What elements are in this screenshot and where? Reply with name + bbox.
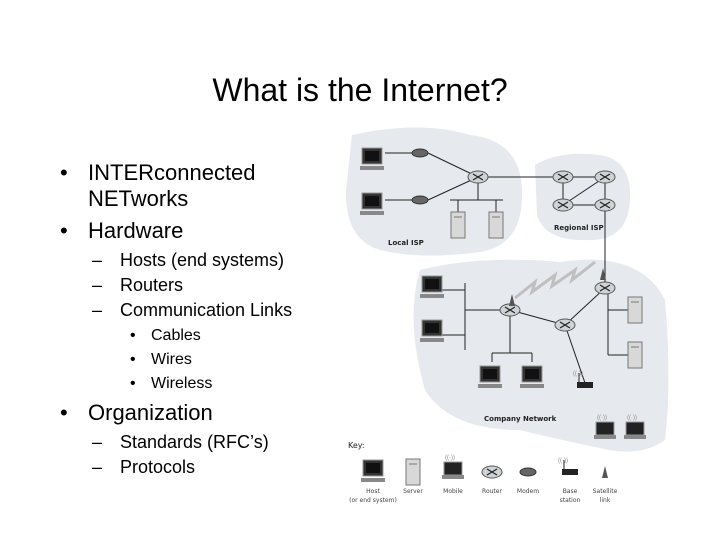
svg-text:((·)): ((·)) [445,455,455,461]
modem-icon [411,195,429,205]
satellite-link-icon [602,466,608,478]
server-icon [450,211,466,239]
svg-text:((·)): ((·)) [558,458,568,464]
key-label: Server [403,488,423,495]
host-icon [360,147,384,170]
server-icon [627,296,643,324]
server-icon [627,341,643,369]
router-icon [481,465,503,479]
host-icon [360,192,384,215]
network-regions [345,127,669,452]
internet-diagram: ((·)) ((·)) ((·)) Local ISP Regional ISP C… [345,127,669,504]
host-icon [420,275,444,298]
regional-isp-label: Regional ISP [554,224,604,232]
base-station-icon: ((·)) [558,458,578,475]
svg-text:((·)): ((·)) [627,415,637,421]
router-icon [594,170,616,184]
key-item: Modem [517,467,539,495]
router-icon [594,198,616,212]
local-isp-label: Local ISP [388,239,424,247]
mobile-icon: ((·)) [442,455,464,479]
key-label: Base [563,488,578,495]
host-icon [478,365,502,388]
key-item: ((·)) Mobile [442,455,464,495]
svg-text:((·)): ((·)) [573,371,583,377]
host-icon [361,459,385,482]
key-label-line2: station [560,497,581,504]
key-label-line2: link [600,497,611,504]
key-title: Key: [348,441,365,450]
key-label-line2: (or end system) [349,497,397,504]
key-label: Router [482,488,502,495]
modem-icon [519,467,537,477]
key-item: Host (or end system) [349,459,397,504]
router-icon [467,170,489,184]
key-item: ((·)) Base station [558,458,581,504]
key-item: Router [481,465,503,495]
key-item: Server [403,458,423,495]
server-icon [488,211,504,239]
router-icon [552,170,574,184]
diagram-key: Host (or end system) Server ((·)) Mobile Rout… [349,455,617,504]
key-label: Satellite [593,488,618,495]
server-icon [405,458,421,486]
svg-text:((·)): ((·)) [597,415,607,421]
router-icon [552,198,574,212]
key-label: Modem [517,488,539,495]
company-network-label: Company Network [484,415,557,423]
host-icon [420,319,444,342]
modem-icon [411,148,429,158]
key-item: Satellite link [593,466,618,504]
router-icon [594,281,616,295]
key-label: Mobile [443,488,463,495]
host-icon [520,365,544,388]
router-icon [554,318,576,332]
key-label: Host [366,488,380,495]
